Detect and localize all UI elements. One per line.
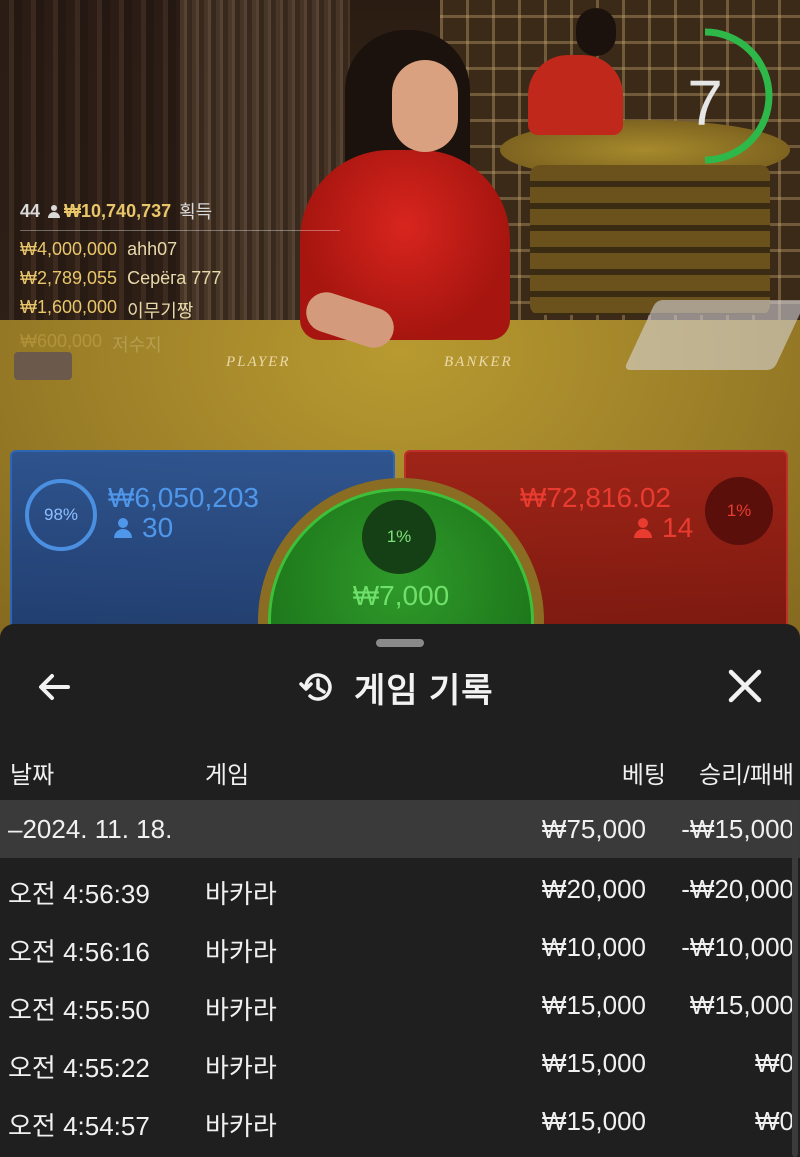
winner-amount: ₩2,789,055: [20, 268, 118, 288]
winner-name: Серёга 777: [127, 268, 222, 288]
sheet-title: 게임 기록: [298, 664, 494, 710]
row-bet: ₩20,000: [541, 874, 646, 904]
table-label-banker: BANKER: [444, 354, 513, 370]
row-game: 바카라: [205, 879, 277, 909]
winners-label: 획득: [179, 202, 213, 222]
banker-percent: 1%: [726, 501, 752, 520]
tie-bet-amount: ₩7,000: [352, 580, 450, 611]
row-bet: ₩15,000: [541, 990, 646, 1020]
row-game: 바카라: [205, 1053, 277, 1083]
live-video: PLAYER BANKER 7 44 ₩10,740,737 획득 ₩4,000…: [0, 0, 800, 640]
person-icon: [634, 518, 652, 538]
row-time: 오전 4:56:39: [8, 879, 150, 909]
winners-summary: 44 ₩10,740,737 획득: [20, 198, 340, 231]
player-bettor-count: 30: [110, 512, 173, 544]
winner-name: 이무기짱: [127, 301, 194, 321]
column-header-bet: 베팅: [621, 762, 666, 789]
winner-row: ₩4,000,000 ahh07: [20, 239, 340, 260]
back-button[interactable]: [30, 666, 82, 708]
player-percent-ring: 98%: [24, 478, 98, 552]
countdown-timer: 7: [655, 28, 773, 166]
background-dealer: [528, 55, 623, 135]
arrow-left-icon: [39, 674, 70, 700]
sheet-header: 게임 기록: [0, 654, 800, 720]
group-winloss-total: -₩15,000: [681, 814, 794, 844]
row-winloss: ₩0: [755, 1106, 794, 1136]
row-winloss: ₩0: [755, 1048, 794, 1078]
close-icon: [728, 669, 762, 703]
tie-percent: 1%: [386, 527, 412, 546]
scrollbar[interactable]: [792, 800, 798, 1157]
row-winloss: ₩15,000: [689, 990, 794, 1020]
row-bet: ₩15,000: [541, 1048, 646, 1078]
drag-handle[interactable]: [376, 639, 424, 647]
column-header-winloss: 승리/패배: [699, 762, 794, 789]
row-bet: ₩15,000: [541, 1106, 646, 1136]
banker-bettor-count: 14: [630, 512, 693, 544]
date-group-row[interactable]: –2024. 11. 18. ₩75,000 -₩15,000: [0, 800, 800, 858]
countdown-number: 7: [687, 67, 723, 139]
column-header-date: 날짜: [10, 762, 55, 789]
row-time: 오전 4:56:16: [8, 937, 150, 967]
banker-percent-ring: 1%: [702, 474, 776, 548]
winners-total: ₩10,740,737: [64, 200, 172, 221]
banker-bet-amount: ₩72,816.02: [520, 482, 671, 513]
player-bet-amount: ₩6,050,203: [108, 482, 259, 513]
table-pedestal: [530, 165, 770, 315]
player-percent: 98%: [43, 505, 79, 524]
person-icon: [48, 204, 61, 218]
winners-count: 44: [20, 200, 41, 221]
row-game: 바카라: [205, 995, 277, 1025]
winner-row: ₩2,789,055 Серёга 777: [20, 268, 340, 289]
sheet-title-text: 게임 기록: [354, 671, 494, 710]
column-header-game: 게임: [205, 762, 250, 789]
winner-row: ₩1,600,000 이무기짱: [20, 297, 340, 323]
group-bet-total: ₩75,000: [541, 814, 646, 844]
winner-amount: ₩4,000,000: [20, 239, 118, 259]
winner-row: ₩600,000 저수지: [20, 331, 340, 357]
history-icon: [299, 673, 332, 701]
row-winloss: -₩10,000: [681, 932, 794, 962]
winner-amount: ₩1,600,000: [20, 297, 118, 317]
row-game: 바카라: [205, 937, 277, 967]
close-button[interactable]: [718, 664, 772, 710]
player-count-value: 30: [142, 512, 174, 543]
winner-amount: ₩600,000: [20, 331, 103, 351]
row-time: 오전 4:55:50: [8, 995, 150, 1025]
row-time: 오전 4:55:22: [8, 1053, 150, 1083]
dealer-face: [392, 60, 458, 152]
person-icon: [114, 518, 132, 538]
banker-count-value: 14: [662, 512, 694, 543]
row-winloss: -₩20,000: [681, 874, 794, 904]
card-shoe: [623, 300, 800, 370]
winner-name: 저수지: [112, 335, 162, 355]
background-dealer-head: [576, 8, 616, 56]
group-date: –2024. 11. 18.: [8, 814, 173, 844]
winner-name: ahh07: [127, 239, 178, 259]
row-time: 오전 4:54:57: [8, 1111, 150, 1141]
game-history-sheet: 게임 기록 날짜 게임 베팅 승리/패배 –2024. 11. 18. ₩75,…: [0, 624, 800, 1157]
row-bet: ₩10,000: [541, 932, 646, 962]
row-game: 바카라: [205, 1111, 277, 1141]
winners-list: 44 ₩10,740,737 획득 ₩4,000,000 ahh07 ₩2,78…: [20, 198, 340, 357]
